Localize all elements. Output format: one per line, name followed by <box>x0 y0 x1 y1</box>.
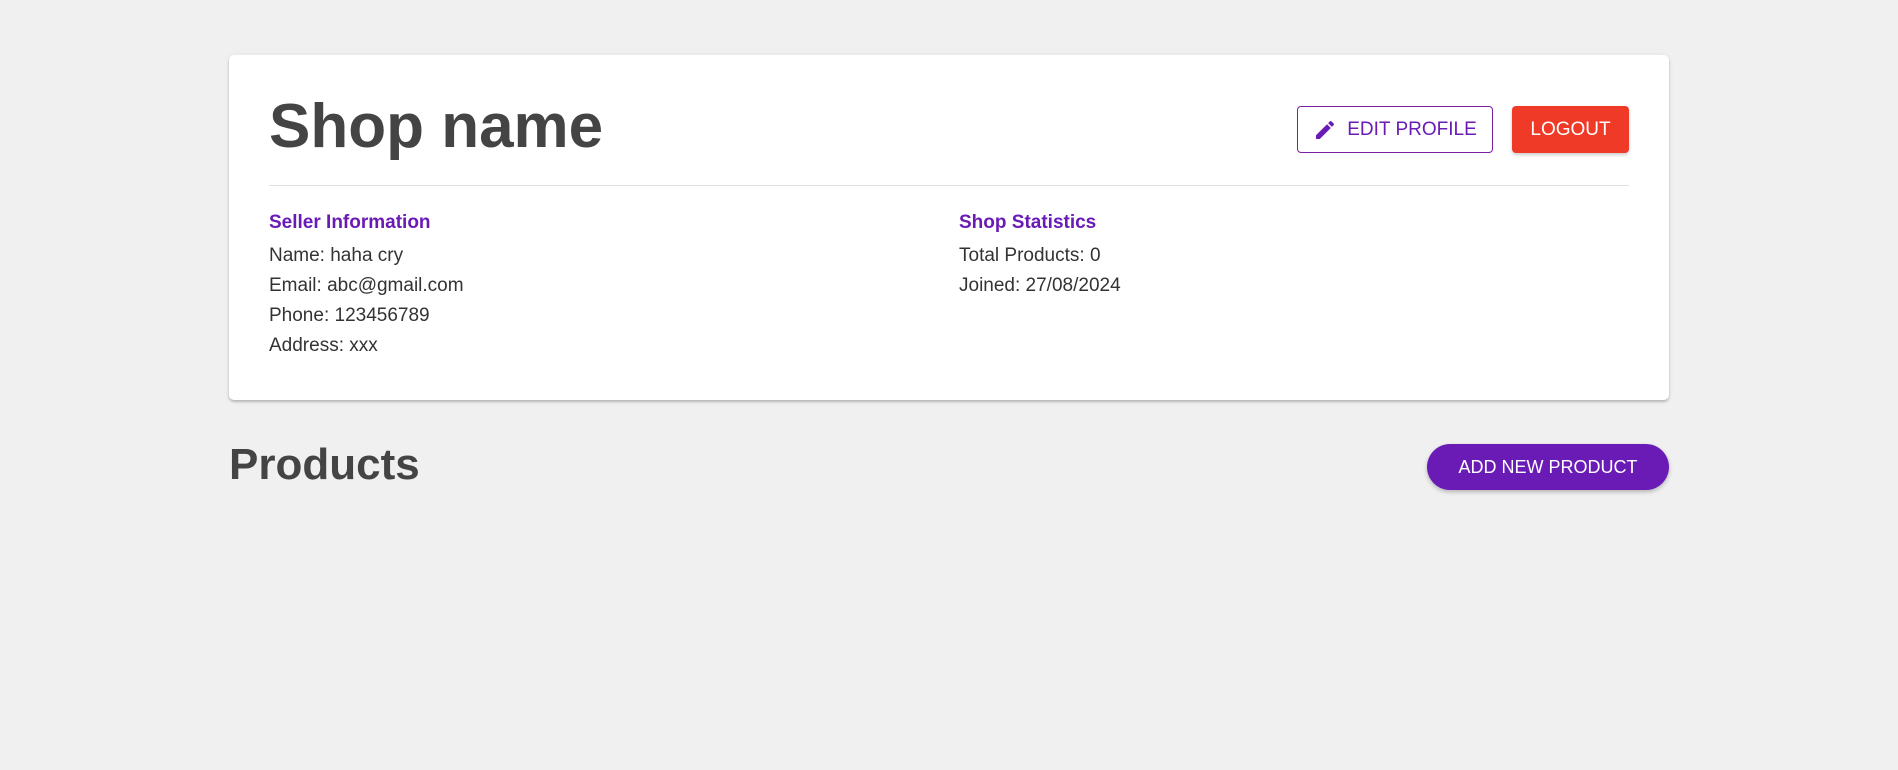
seller-name: Name: haha cry <box>269 245 404 266</box>
shop-stats-heading: Shop Statistics <box>959 212 1097 233</box>
divider <box>269 185 1629 186</box>
logout-button[interactable]: LOGOUT <box>1512 106 1629 153</box>
seller-email: Email: abc@gmail.com <box>269 275 464 296</box>
add-new-product-button[interactable]: ADD NEW PRODUCT <box>1427 444 1669 490</box>
seller-phone: Phone: 123456789 <box>269 305 430 326</box>
pencil-icon <box>1313 118 1337 142</box>
joined-date: Joined: 27/08/2024 <box>959 275 1121 296</box>
shop-title: Shop name <box>269 92 604 161</box>
seller-info-heading: Seller Information <box>269 212 431 233</box>
total-products: Total Products: 0 <box>959 245 1101 266</box>
products-heading: Products <box>229 440 420 489</box>
edit-profile-label: EDIT PROFILE <box>1347 118 1477 140</box>
edit-profile-button[interactable]: EDIT PROFILE <box>1297 106 1493 153</box>
shop-profile-card: Shop name EDIT PROFILE LOGOUT Seller Inf… <box>229 55 1669 400</box>
seller-address: Address: xxx <box>269 335 378 356</box>
